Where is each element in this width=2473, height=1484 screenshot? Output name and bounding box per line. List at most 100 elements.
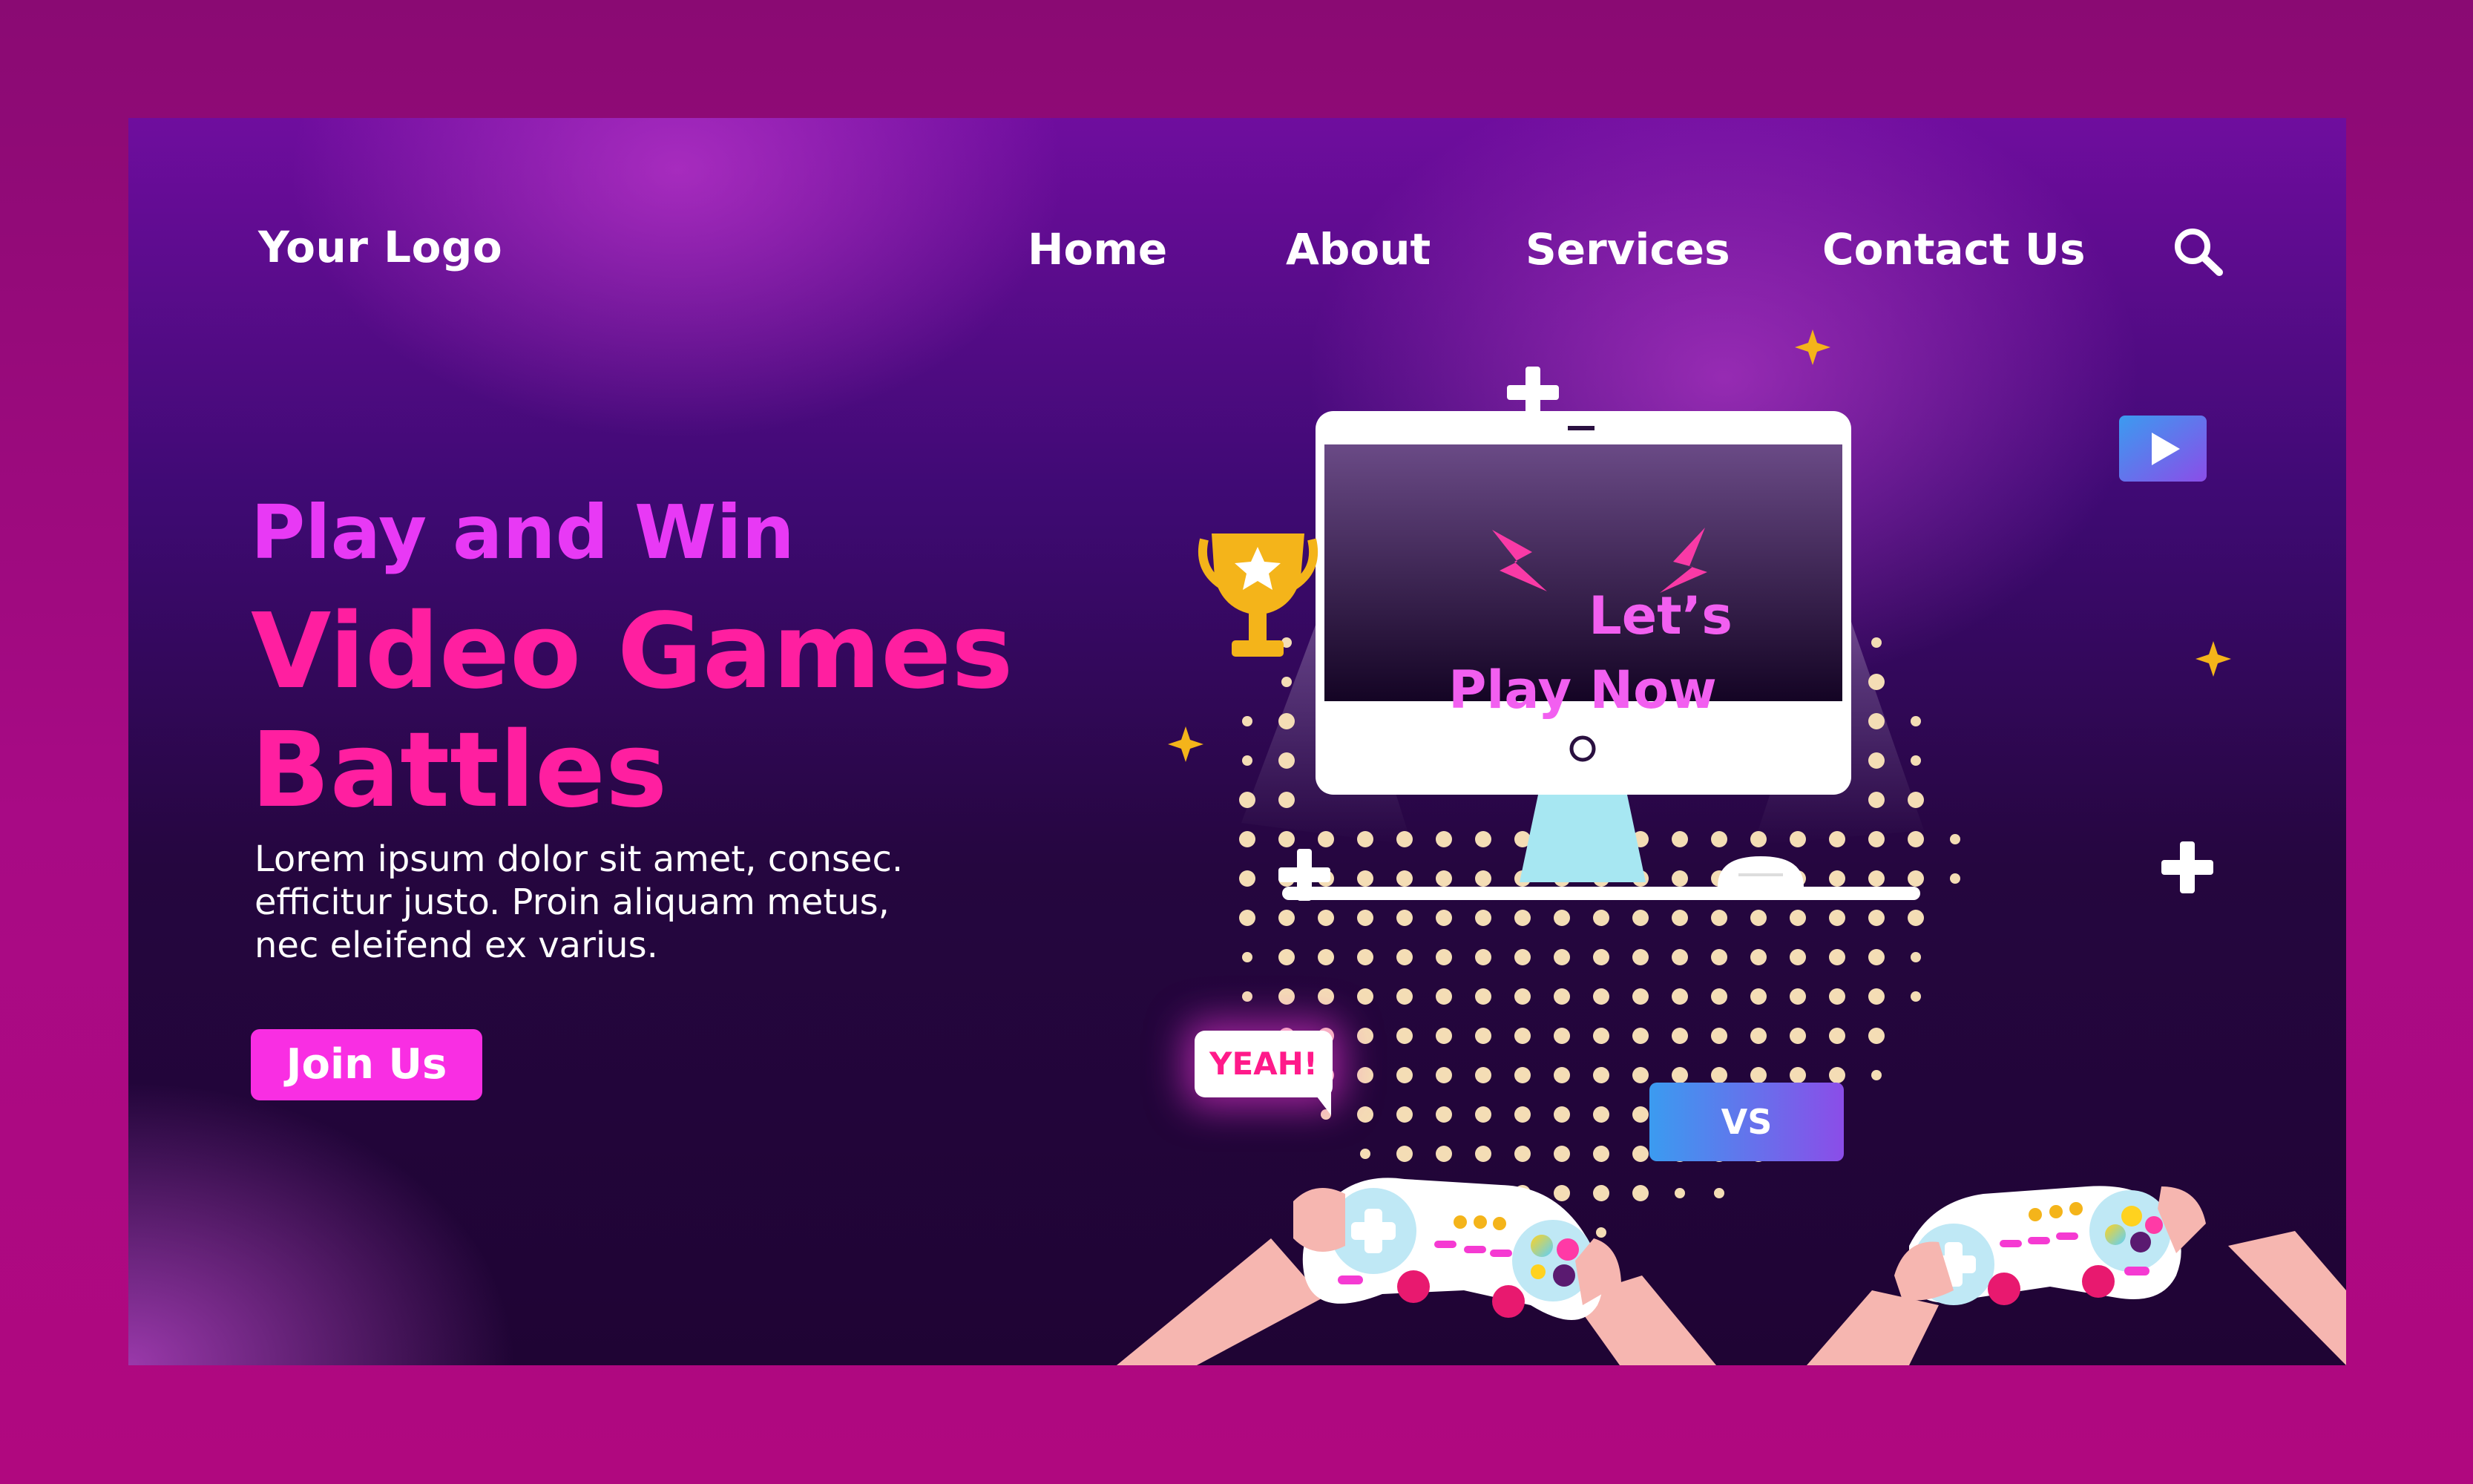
halftone-dot xyxy=(1436,1067,1452,1083)
halftone-dot xyxy=(1632,910,1649,926)
halftone-dot xyxy=(1829,1067,1845,1083)
halftone-dot xyxy=(1475,1146,1491,1162)
sparkle-icon xyxy=(1795,329,1830,365)
halftone-dot xyxy=(1396,1146,1413,1162)
halftone-dot xyxy=(1475,910,1491,926)
screen-text-line-1: Let’s xyxy=(1589,585,1733,646)
halftone-dot xyxy=(1711,988,1727,1005)
halftone-dot xyxy=(1396,1028,1413,1044)
description-line-3: nec eleifend ex varius. xyxy=(254,925,658,966)
hero-headline: Video Games Battles xyxy=(251,593,1014,830)
search-button[interactable] xyxy=(2169,222,2228,281)
screen-text-line-2: Play Now xyxy=(1448,660,1717,720)
halftone-dot xyxy=(1396,949,1413,965)
halftone-dot xyxy=(1357,1067,1373,1083)
halftone-dot xyxy=(1911,755,1921,766)
halftone-dot xyxy=(1868,831,1885,847)
halftone-dot xyxy=(1750,831,1767,847)
halftone-dot xyxy=(1868,988,1885,1005)
halftone-dot xyxy=(1711,949,1727,965)
halftone-dot xyxy=(1911,716,1921,726)
halftone-dot xyxy=(1868,1028,1885,1044)
halftone-dot xyxy=(1514,1067,1531,1083)
halftone-dot xyxy=(1593,1106,1609,1123)
plus-icon xyxy=(2161,841,2213,893)
halftone-dot xyxy=(1554,1067,1570,1083)
halftone-dot xyxy=(1790,831,1806,847)
main-nav: Home About Services Contact Us xyxy=(128,224,2346,283)
headline-line-2: Battles xyxy=(251,710,668,831)
halftone-dot xyxy=(1475,831,1491,847)
right-player xyxy=(1807,1186,2346,1365)
halftone-dot xyxy=(1278,831,1295,847)
nav-item-about[interactable]: About xyxy=(1286,224,1431,275)
halftone-dot xyxy=(1475,988,1491,1005)
plus-icon xyxy=(1507,367,1559,418)
halftone-dot xyxy=(1554,910,1570,926)
sparkle-icon xyxy=(2196,641,2231,677)
sparkle-icon xyxy=(1168,726,1203,762)
halftone-dot xyxy=(1318,831,1334,847)
halftone-dot xyxy=(1593,1067,1609,1083)
trophy-icon xyxy=(1198,533,1318,657)
halftone-dot xyxy=(1281,677,1292,687)
halftone-dot xyxy=(1750,1067,1767,1083)
halftone-dot xyxy=(1868,949,1885,965)
nav-item-home[interactable]: Home xyxy=(1028,224,1167,275)
halftone-dot xyxy=(1554,1028,1570,1044)
halftone-dot xyxy=(1278,792,1295,808)
nav-item-services[interactable]: Services xyxy=(1525,224,1730,275)
halftone-dot xyxy=(1871,1070,1882,1080)
halftone-dot xyxy=(1868,674,1885,690)
halftone-dot xyxy=(1278,752,1295,769)
halftone-dot xyxy=(1868,792,1885,808)
halftone-dot xyxy=(1950,873,1960,884)
halftone-dot xyxy=(1632,1106,1649,1123)
halftone-dot xyxy=(1711,831,1727,847)
halftone-dot xyxy=(1436,1146,1452,1162)
halftone-dot xyxy=(1750,910,1767,926)
halftone-dot xyxy=(1908,792,1924,808)
landing-page: Your Logo Home About Services Contact Us… xyxy=(128,118,2346,1365)
join-us-button[interactable]: Join Us xyxy=(251,1029,482,1100)
search-icon xyxy=(2175,229,2223,276)
halftone-dot xyxy=(1514,1146,1531,1162)
halftone-dot xyxy=(1908,870,1924,887)
halftone-dot xyxy=(1750,1028,1767,1044)
halftone-dot xyxy=(1396,910,1413,926)
halftone-dot xyxy=(1911,952,1921,962)
halftone-dot xyxy=(1593,1028,1609,1044)
halftone-dot xyxy=(1711,910,1727,926)
halftone-dot xyxy=(1672,1067,1688,1083)
speech-bubble-text: YEAH! xyxy=(1209,1045,1318,1082)
halftone-dot xyxy=(1239,831,1255,847)
halftone-dot xyxy=(1632,1028,1649,1044)
halftone-dot xyxy=(1790,1067,1806,1083)
halftone-dot xyxy=(1829,910,1845,926)
headline-line-1: Video Games xyxy=(251,591,1014,712)
mouse-icon xyxy=(1718,856,1804,887)
halftone-dot xyxy=(1278,713,1295,729)
halftone-dot xyxy=(1357,831,1373,847)
halftone-dot xyxy=(1396,1067,1413,1083)
halftone-dot xyxy=(1868,713,1885,729)
halftone-dot xyxy=(1396,1106,1413,1123)
halftone-dot xyxy=(1475,1028,1491,1044)
halftone-dot xyxy=(1711,1067,1727,1083)
halftone-dot xyxy=(1632,1185,1649,1201)
nav-item-contact-us[interactable]: Contact Us xyxy=(1822,224,2086,275)
halftone-dot xyxy=(1357,949,1373,965)
monitor-stand xyxy=(1520,795,1646,882)
halftone-dot xyxy=(1278,988,1295,1005)
speech-bubble: YEAH! xyxy=(1195,1031,1333,1097)
halftone-dot xyxy=(1242,991,1252,1002)
halftone-dot xyxy=(1675,1188,1685,1198)
halftone-dot xyxy=(1868,870,1885,887)
halftone-dot xyxy=(1396,988,1413,1005)
halftone-dot xyxy=(1911,991,1921,1002)
halftone-dot xyxy=(1632,949,1649,965)
halftone-dot xyxy=(1357,1028,1373,1044)
halftone-dot xyxy=(1242,716,1252,726)
halftone-dot xyxy=(1554,949,1570,965)
hero-subtitle: Play and Win xyxy=(251,489,795,576)
